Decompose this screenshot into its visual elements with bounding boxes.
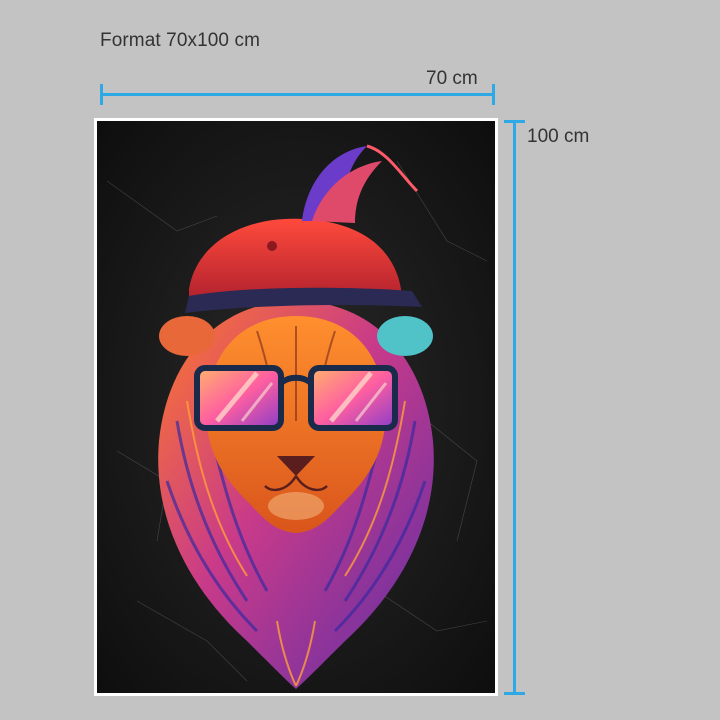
width-dimension-line (100, 93, 495, 96)
right-ear (377, 316, 433, 356)
left-ear (159, 316, 215, 356)
lion-artwork (97, 121, 495, 693)
width-dimension-cap-left (100, 84, 103, 105)
width-label: 70 cm (426, 68, 478, 89)
height-label: 100 cm (527, 126, 590, 147)
width-dimension-cap-right (492, 84, 495, 105)
format-label: Format 70x100 cm (100, 30, 260, 51)
height-dimension-line (513, 120, 516, 695)
height-dimension-cap-bottom (504, 692, 525, 695)
poster-frame (94, 118, 498, 696)
height-dimension-cap-top (504, 120, 525, 123)
